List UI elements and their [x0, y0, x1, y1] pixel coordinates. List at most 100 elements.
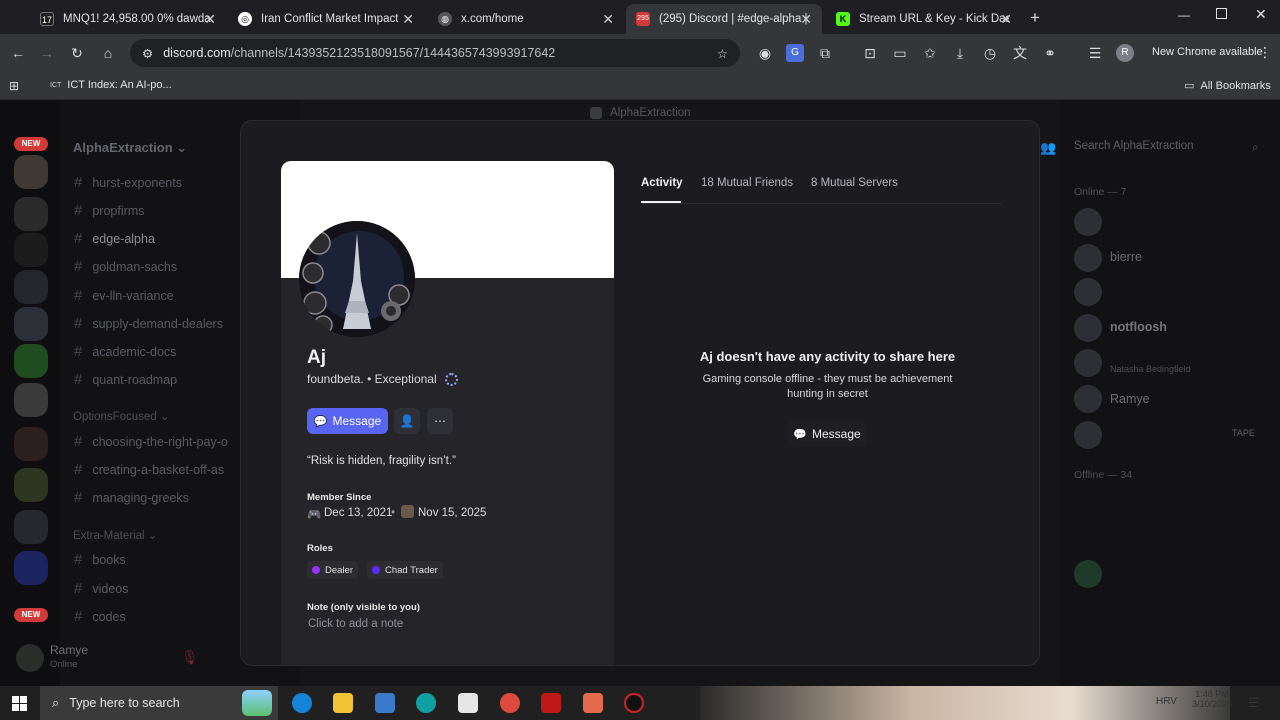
- browser-tab[interactable]: 17 MNQ1! 24,958.00 0% dawda ✕: [30, 4, 226, 34]
- reading-list-icon[interactable]: ☰: [1086, 44, 1104, 62]
- channel-category[interactable]: Extra-Material ⌄: [73, 528, 157, 542]
- extensions-icon[interactable]: ⧉: [816, 44, 834, 62]
- channel-item[interactable]: # ev-lln-variance: [74, 287, 174, 304]
- minimize-icon[interactable]: —: [1178, 8, 1190, 22]
- close-tab-icon[interactable]: ✕: [602, 11, 614, 28]
- server-icon[interactable]: [14, 383, 48, 417]
- member-name[interactable]: bierre: [1110, 250, 1142, 264]
- avatar[interactable]: [1074, 385, 1102, 413]
- bookmark-star-icon[interactable]: ☆: [717, 46, 728, 61]
- chrome-icon[interactable]: [500, 693, 520, 713]
- app-icon[interactable]: [375, 693, 395, 713]
- history-icon[interactable]: ◷: [981, 44, 999, 62]
- channel-item[interactable]: # codes: [74, 608, 126, 625]
- close-tab-icon[interactable]: ✕: [800, 11, 812, 28]
- server-icon[interactable]: [14, 551, 48, 585]
- close-tab-icon[interactable]: ✕: [1000, 11, 1012, 28]
- role-pill[interactable]: Dealer: [307, 561, 358, 579]
- update-chrome-label[interactable]: New Chrome available: [1152, 46, 1263, 58]
- avatar[interactable]: [16, 644, 44, 672]
- channel-item-selected[interactable]: # edge-alpha: [74, 230, 155, 247]
- server-icon[interactable]: [14, 427, 48, 461]
- channel-item[interactable]: # supply-demand-dealers: [74, 315, 223, 332]
- member-name[interactable]: Ramye: [1110, 392, 1150, 406]
- avatar[interactable]: [1074, 314, 1102, 342]
- add-friend-button[interactable]: 👤: [394, 408, 420, 434]
- server-name[interactable]: AlphaExtraction ⌄: [73, 140, 187, 156]
- more-options-button[interactable]: ⋯: [427, 408, 453, 434]
- channel-item[interactable]: # managing-greeks: [74, 489, 189, 506]
- app-icon[interactable]: [541, 693, 561, 713]
- members-icon[interactable]: 👥: [1040, 140, 1056, 156]
- server-icon[interactable]: [14, 155, 48, 189]
- search-input[interactable]: Search AlphaExtraction: [1074, 140, 1224, 152]
- avatar[interactable]: [1074, 278, 1102, 306]
- screenshot-icon[interactable]: ⊡: [861, 44, 879, 62]
- channel-item[interactable]: # quant-roadmap: [74, 371, 177, 388]
- bookmark-item[interactable]: ICT ICT Index: An AI-po...: [50, 79, 172, 91]
- server-icon[interactable]: [14, 468, 48, 502]
- username[interactable]: foundbeta.: [307, 372, 364, 386]
- windows-start-icon[interactable]: [12, 696, 27, 711]
- site-info-icon[interactable]: ⚙: [142, 46, 153, 61]
- member-name[interactable]: notfloosh: [1110, 320, 1167, 334]
- home-icon[interactable]: ⌂: [99, 44, 117, 62]
- translate-icon[interactable]: G: [786, 44, 804, 62]
- app-icon[interactable]: [416, 693, 436, 713]
- notifications-icon[interactable]: ☰: [1248, 695, 1260, 711]
- app-icon[interactable]: [458, 693, 478, 713]
- channel-item[interactable]: # hurst-exponents: [74, 174, 182, 191]
- language-indicator[interactable]: HRV: [1156, 696, 1177, 707]
- clock[interactable]: 1:48 PM 3/10/2026: [1192, 689, 1232, 709]
- back-icon[interactable]: ←: [9, 44, 27, 62]
- browser-tab[interactable]: ◎ Iran Conflict Market Impact ✕: [228, 4, 424, 34]
- reload-icon[interactable]: ↻: [68, 44, 86, 62]
- apps-grid-icon[interactable]: ⊞: [9, 79, 19, 93]
- close-tab-icon[interactable]: ✕: [204, 11, 216, 28]
- menu-dots-icon[interactable]: ⋮: [1258, 44, 1272, 61]
- channel-item[interactable]: # choosing-the-right-pay-o: [74, 433, 228, 450]
- avatar[interactable]: [299, 221, 415, 337]
- browser-tab-active[interactable]: 295 (295) Discord | #edge-alpha | Al ✕: [626, 4, 822, 34]
- server-icon[interactable]: [14, 233, 48, 267]
- close-window-icon[interactable]: ✕: [1255, 6, 1267, 23]
- channel-item[interactable]: # academic-docs: [74, 343, 176, 360]
- channel-item[interactable]: # creating-a-basket-off-as: [74, 461, 224, 478]
- download-icon[interactable]: ⤓: [951, 44, 969, 62]
- avatar[interactable]: [1074, 244, 1102, 272]
- edge-icon[interactable]: [292, 693, 312, 713]
- card-icon[interactable]: ▭: [891, 44, 909, 62]
- new-tab-icon[interactable]: +: [1030, 8, 1040, 28]
- camera-icon[interactable]: ◉: [756, 44, 774, 62]
- server-icon[interactable]: [14, 197, 48, 231]
- profile-avatar[interactable]: R: [1116, 44, 1134, 62]
- channel-item[interactable]: # propfirms: [74, 202, 144, 219]
- channel-category[interactable]: OptionsFocused ⌄: [73, 409, 170, 423]
- search-icon[interactable]: ⌕: [1252, 140, 1259, 155]
- close-tab-icon[interactable]: ✕: [402, 11, 414, 28]
- channel-item[interactable]: # books: [74, 551, 126, 568]
- note-input[interactable]: Click to add a note: [308, 618, 403, 630]
- activity-message-button[interactable]: 💬 Message: [787, 421, 867, 447]
- avatar[interactable]: [1074, 560, 1102, 588]
- translate-page-icon[interactable]: 文: [1011, 44, 1029, 62]
- server-icon[interactable]: [14, 344, 48, 378]
- taskbar-search[interactable]: ⌕ Type here to search: [40, 686, 278, 720]
- file-explorer-icon[interactable]: [333, 693, 353, 713]
- browser-tab[interactable]: ◍ x.com/home ✕: [428, 4, 624, 34]
- mute-icon[interactable]: 🎙: [181, 649, 199, 666]
- app-icon[interactable]: [583, 693, 603, 713]
- nitro-badge-icon[interactable]: [445, 373, 458, 386]
- forward-icon[interactable]: →: [38, 44, 56, 62]
- channel-item[interactable]: # goldman-sachs: [74, 258, 177, 275]
- browser-tab[interactable]: K Stream URL & Key - Kick Dashb ✕: [826, 4, 1022, 34]
- channel-item[interactable]: # videos: [74, 580, 128, 597]
- all-bookmarks[interactable]: ▭ All Bookmarks: [1184, 79, 1271, 93]
- address-bar[interactable]: ⚙ discord.com /channels/1439352123518091…: [130, 39, 740, 67]
- avatar[interactable]: [1074, 421, 1102, 449]
- message-button[interactable]: 💬 Message: [307, 408, 388, 434]
- server-icon[interactable]: [14, 307, 48, 341]
- favorites-icon[interactable]: ✩: [921, 44, 939, 62]
- server-icon[interactable]: [14, 510, 48, 544]
- app-icon[interactable]: [624, 693, 644, 713]
